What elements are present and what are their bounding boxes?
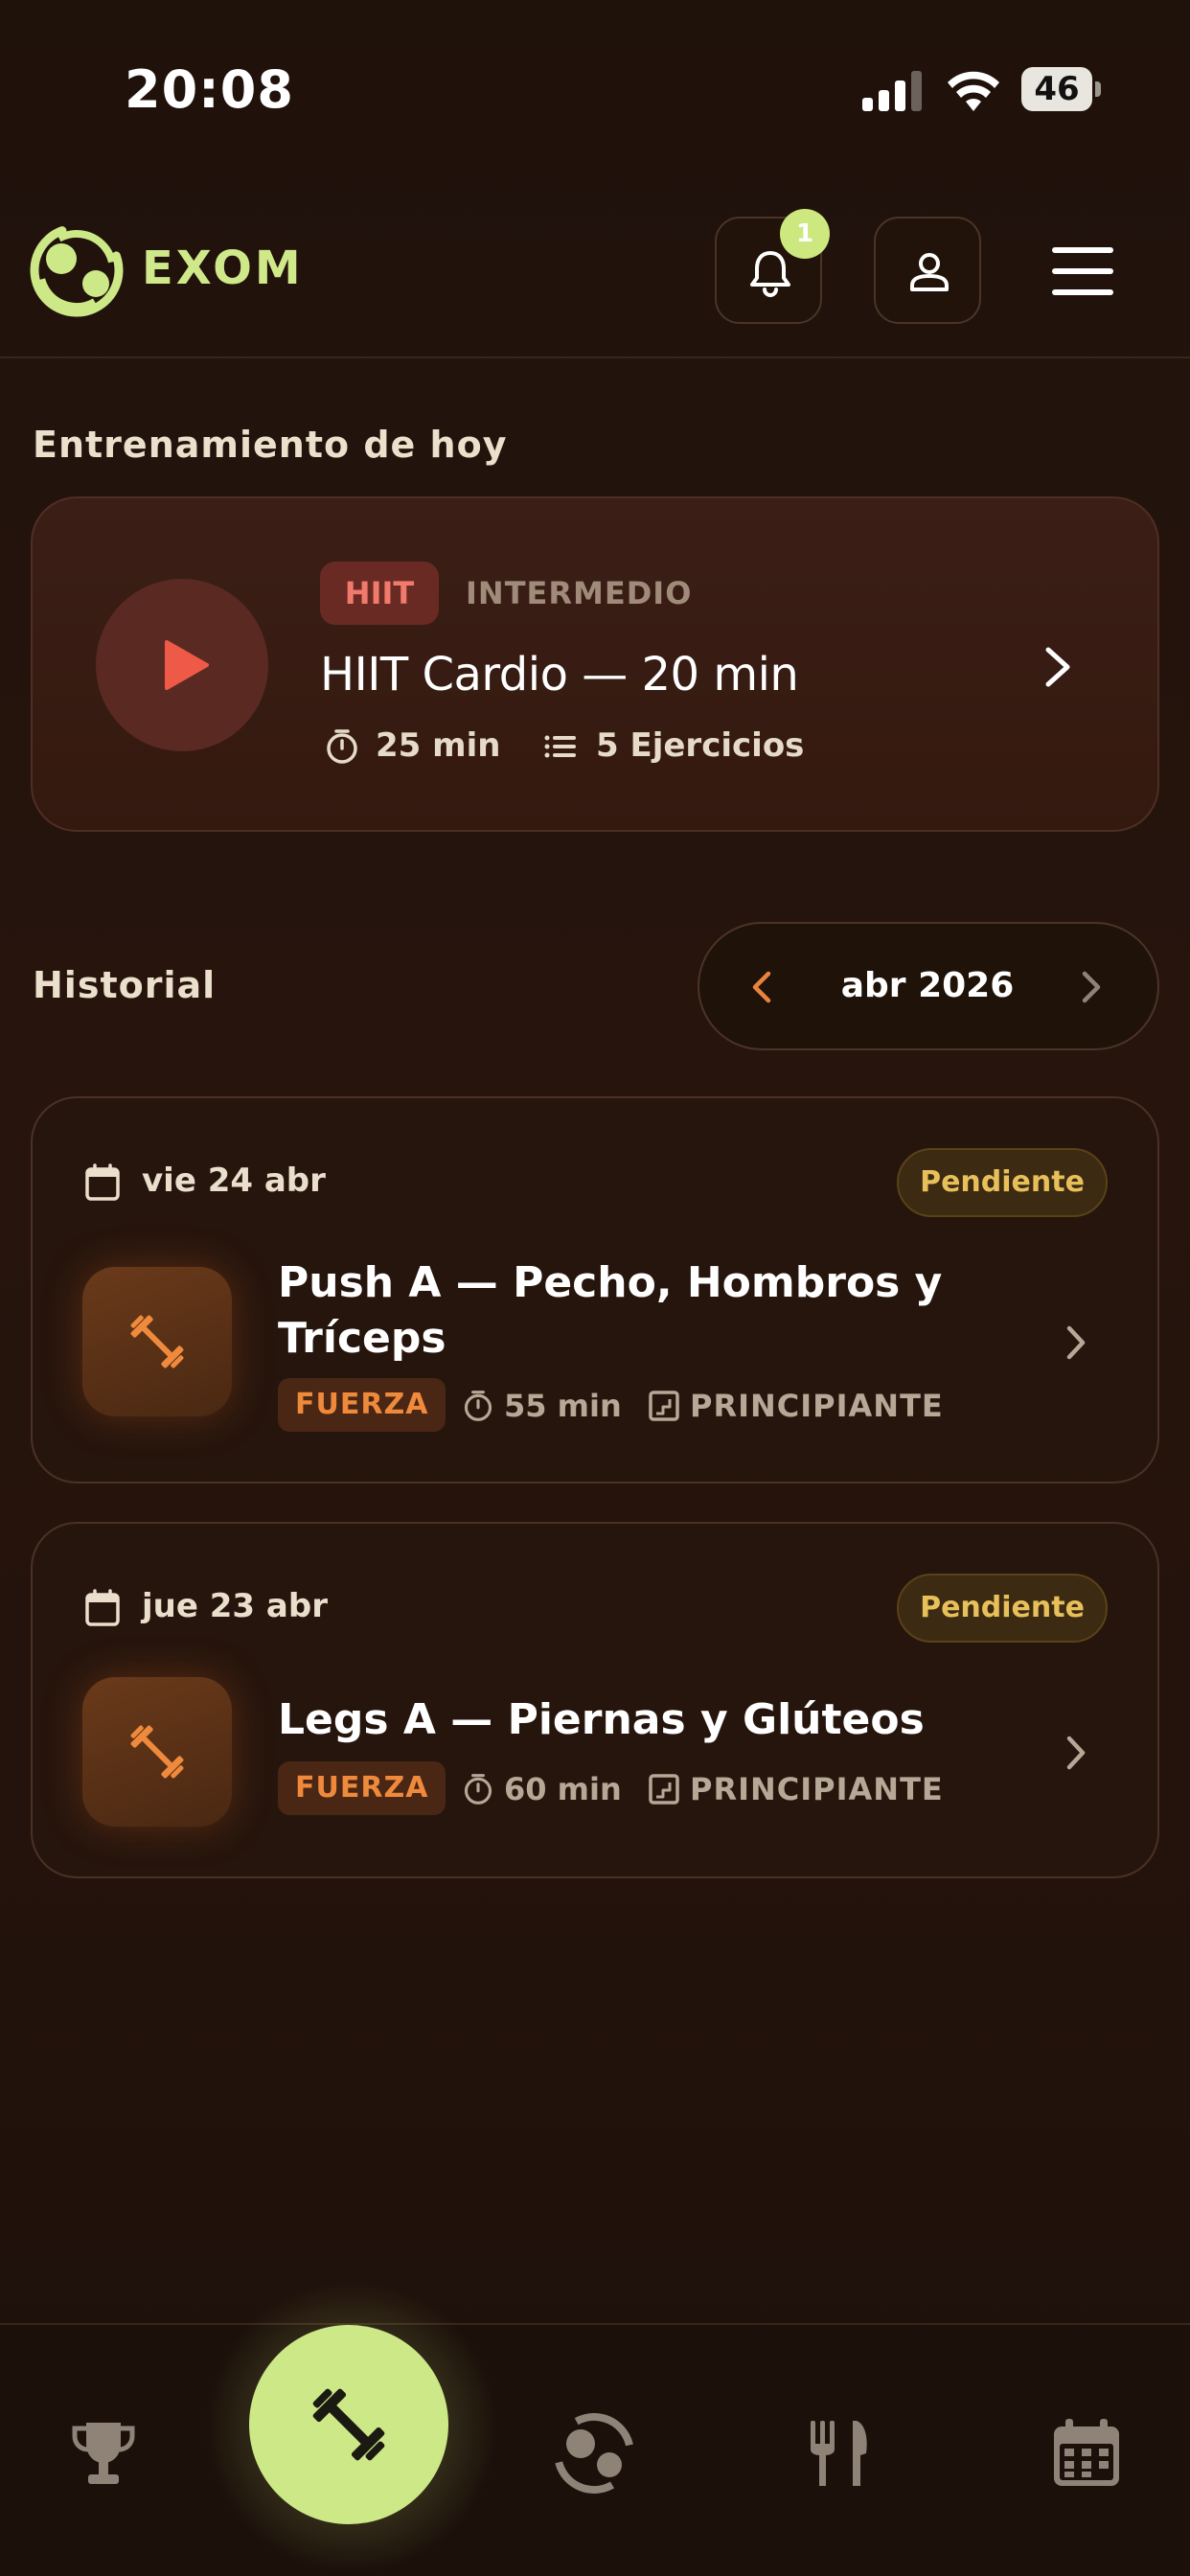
workout-thumbnail [82, 1267, 232, 1416]
exom-logo-icon [30, 226, 124, 317]
today-exercises: 5 Ejercicios [596, 726, 805, 765]
utensils-icon[interactable] [803, 2415, 880, 2492]
workout-level: PRINCIPIANTE [690, 1388, 944, 1424]
level-icon [649, 1774, 679, 1805]
status-badge: Pendiente [897, 1148, 1108, 1217]
profile-button[interactable] [874, 217, 981, 324]
workout-name: Legs A — Piernas y Glúteos [278, 1695, 925, 1744]
status-badge: Pendiente [897, 1574, 1108, 1643]
wifi-icon [948, 71, 999, 111]
today-duration: 25 min [376, 726, 501, 765]
workout-type-tag: HIIT [320, 562, 439, 625]
nav-workouts-button[interactable] [249, 2325, 448, 2524]
dumbbell-icon [130, 1725, 184, 1779]
workout-level: INTERMEDIO [466, 575, 693, 611]
trophy-icon[interactable] [65, 2415, 142, 2492]
workout-name: Push A — Pecho, Hombros y Tríceps [278, 1258, 943, 1363]
calendar-icon [85, 1589, 120, 1626]
list-icon [544, 735, 576, 758]
chevron-left-icon[interactable] [747, 968, 776, 1006]
workout-duration: 55 min [504, 1388, 622, 1424]
history-section-title: Historial [33, 964, 217, 1006]
level-icon [649, 1391, 679, 1421]
status-time: 20:08 [125, 59, 294, 120]
chevron-right-icon [1066, 1736, 1086, 1770]
chevron-right-icon [1066, 1325, 1086, 1360]
workout-duration: 60 min [504, 1771, 622, 1807]
workout-level: PRINCIPIANTE [690, 1771, 944, 1807]
stopwatch-icon [464, 1391, 492, 1421]
battery-level: 46 [1034, 70, 1080, 108]
notification-badge: 1 [780, 209, 830, 259]
dumbbell-icon [312, 2388, 385, 2461]
category-tag: FUERZA [278, 1761, 446, 1815]
calendar-icon [85, 1163, 120, 1201]
dumbbell-icon [130, 1315, 184, 1368]
battery-indicator: 46 [1021, 67, 1102, 111]
chevron-right-icon[interactable] [1077, 968, 1106, 1006]
today-workout-name: HIIT Cardio — 20 min [320, 648, 799, 702]
play-icon [165, 640, 209, 690]
user-icon [910, 253, 949, 291]
brand-name: EXOM [142, 242, 304, 295]
calendar-icon[interactable] [1048, 2415, 1125, 2492]
play-button[interactable] [96, 579, 268, 751]
history-date: vie 24 abr [142, 1162, 326, 1200]
stopwatch-icon [464, 1774, 492, 1805]
stopwatch-icon [327, 729, 357, 764]
category-tag: FUERZA [278, 1378, 446, 1432]
history-date: jue 23 abr [142, 1587, 328, 1625]
cellular-signal-icon [862, 71, 922, 111]
month-label: abr 2026 [840, 966, 1015, 1005]
exom-logo-icon[interactable] [546, 2409, 642, 2497]
hamburger-menu-icon[interactable] [1050, 243, 1115, 299]
header-divider [0, 356, 1190, 358]
today-section-title: Entrenamiento de hoy [33, 424, 508, 466]
workout-thumbnail [82, 1677, 232, 1827]
chevron-right-icon [1045, 647, 1070, 687]
